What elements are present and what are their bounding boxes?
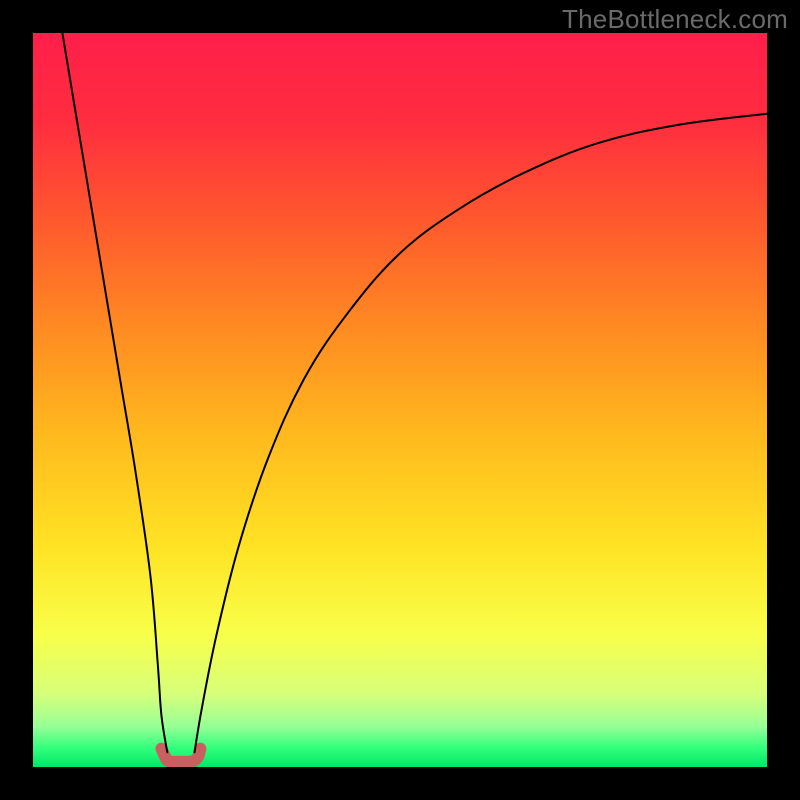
curve-left-branch (62, 33, 167, 752)
curve-right-branch (194, 114, 767, 753)
chart-curve-layer (33, 33, 767, 767)
watermark-text: TheBottleneck.com (562, 4, 788, 35)
plot-area (33, 33, 767, 767)
